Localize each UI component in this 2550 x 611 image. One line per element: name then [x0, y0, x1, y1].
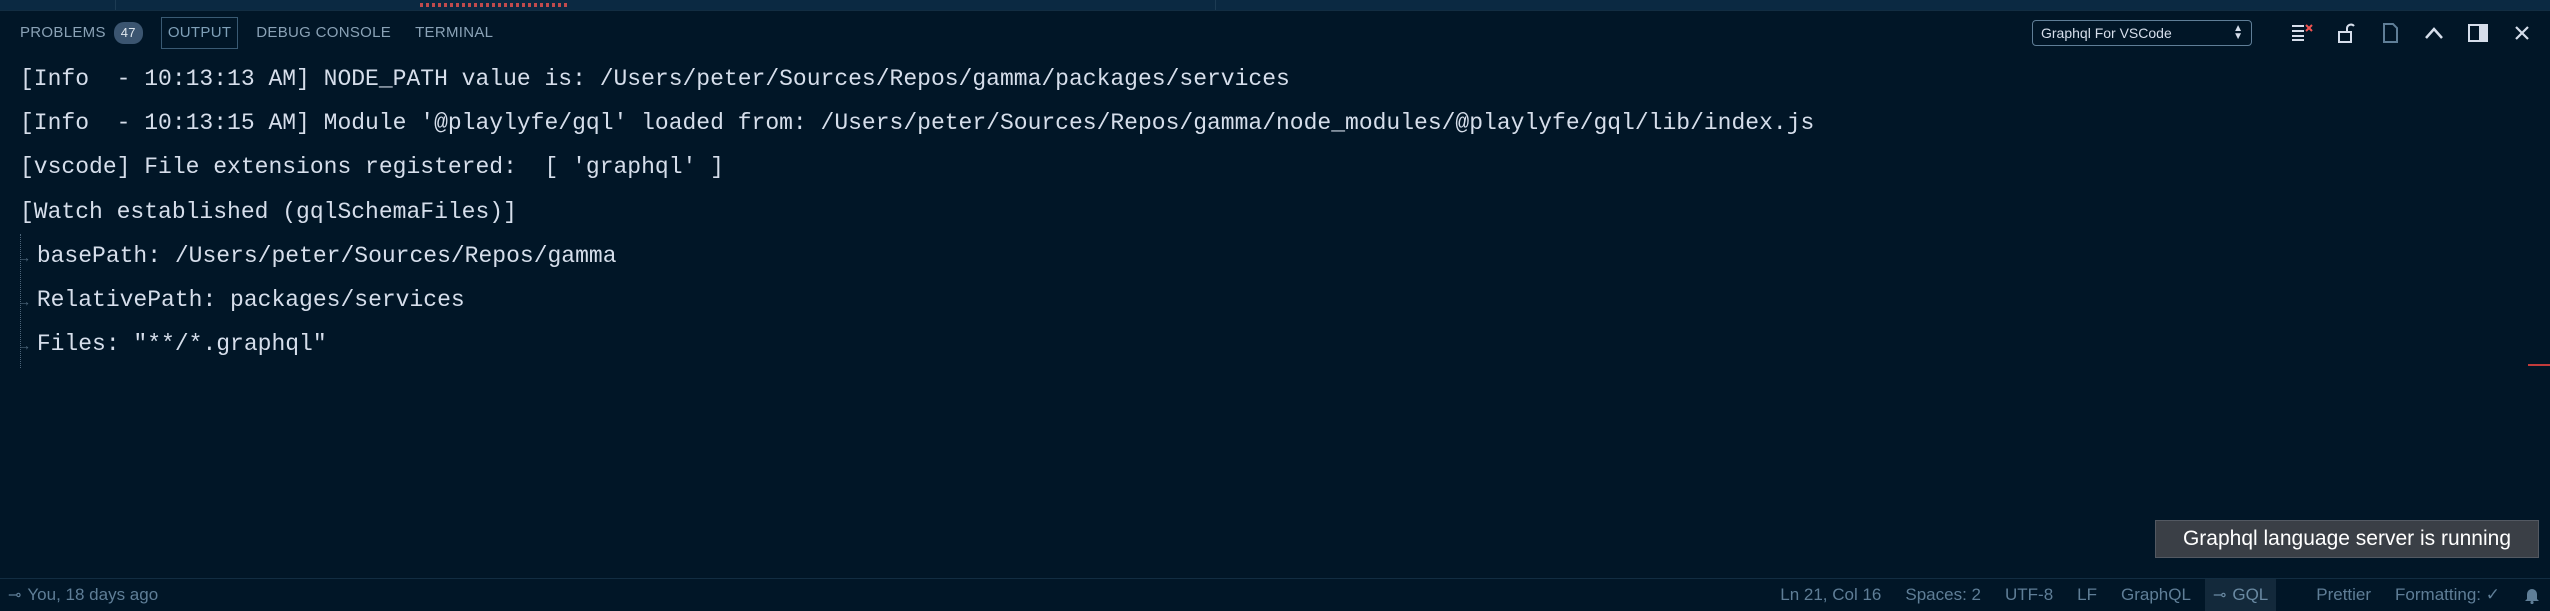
output-line-text: RelativePath: packages/services — [36, 287, 465, 313]
output-line: → basePath: /Users/peter/Sources/Repos/g… — [20, 243, 617, 269]
tab-output-label: OUTPUT — [167, 24, 232, 41]
maximize-panel-icon[interactable] — [2420, 19, 2448, 47]
select-arrows-icon: ▲ ▼ — [2233, 23, 2243, 42]
tab-arrow-icon: → — [20, 251, 37, 267]
output-line-text: basePath: /Users/peter/Sources/Repos/gam… — [36, 243, 617, 269]
editor-divider — [1215, 0, 1216, 10]
output-line: [Info - 10:13:13 AM] NODE_PATH value is:… — [20, 66, 1290, 92]
close-panel-icon[interactable] — [2508, 19, 2536, 47]
overview-ruler-marker — [2528, 364, 2550, 366]
plug-icon: ⊸ — [2212, 587, 2227, 604]
clear-output-icon[interactable] — [2288, 19, 2316, 47]
status-bar: ⊸ You, 18 days ago Ln 21, Col 16 Spaces:… — [0, 578, 2550, 611]
tab-problems[interactable]: PROBLEMS 47 — [14, 18, 149, 48]
cursor-position[interactable]: Ln 21, Col 16 — [1780, 585, 1881, 605]
gql-status-text: GQL — [2232, 585, 2269, 604]
error-squiggle — [420, 3, 570, 7]
indentation[interactable]: Spaces: 2 — [1905, 585, 1981, 605]
end-of-line[interactable]: LF — [2077, 585, 2097, 605]
output-line: [Watch established (gqlSchemaFiles)] — [20, 199, 517, 225]
panel-tabs: PROBLEMS 47 OUTPUT DEBUG CONSOLE TERMINA… — [14, 10, 511, 56]
tab-terminal[interactable]: TERMINAL — [409, 18, 499, 48]
tab-debug-console-label: DEBUG CONSOLE — [256, 24, 392, 41]
lock-scroll-icon[interactable] — [2332, 19, 2360, 47]
status-left: ⊸ You, 18 days ago — [8, 585, 158, 605]
panel-layout-icon[interactable] — [2464, 19, 2492, 47]
tab-debug-console[interactable]: DEBUG CONSOLE — [250, 18, 397, 48]
output-line: [Info - 10:13:15 AM] Module '@playlyfe/g… — [20, 110, 1815, 136]
problems-count-badge: 47 — [113, 22, 143, 44]
tab-output[interactable]: OUTPUT — [160, 17, 239, 49]
language-mode[interactable]: GraphQL — [2121, 585, 2191, 605]
gql-status-item[interactable]: ⊸ GQL — [2204, 579, 2277, 611]
encoding[interactable]: UTF-8 — [2005, 585, 2053, 605]
tab-terminal-label: TERMINAL — [415, 24, 494, 41]
tab-problems-label: PROBLEMS — [20, 24, 106, 41]
editor-divider — [115, 0, 116, 10]
open-log-icon[interactable] — [2376, 19, 2404, 47]
output-panel[interactable]: [Info - 10:13:13 AM] NODE_PATH value is:… — [0, 56, 2550, 576]
status-right: Ln 21, Col 16 Spaces: 2 UTF-8 LF GraphQL… — [1756, 579, 2540, 611]
git-blame-text: You, 18 days ago — [27, 585, 159, 604]
output-line-text: Files: "**/*.graphql" — [36, 331, 327, 357]
prettier-item[interactable]: Prettier — [2316, 585, 2371, 605]
tab-arrow-icon: → — [20, 295, 37, 311]
output-line: → Files: "**/*.graphql" — [20, 331, 327, 357]
git-blame-item[interactable]: ⊸ You, 18 days ago — [8, 585, 158, 605]
formatting-item[interactable]: Formatting: ✓ — [2395, 585, 2500, 605]
output-line: [vscode] File extensions registered: [ '… — [20, 154, 724, 180]
panel-header: PROBLEMS 47 OUTPUT DEBUG CONSOLE TERMINA… — [0, 10, 2550, 56]
output-channel-select[interactable]: Graphql For VSCode ▲ ▼ — [2032, 20, 2252, 46]
status-notification: Graphql language server is running — [2155, 520, 2539, 558]
output-line: → RelativePath: packages/services — [20, 287, 465, 313]
tab-arrow-icon: → — [20, 339, 37, 355]
output-channel-value: Graphql For VSCode — [2041, 25, 2172, 41]
notification-text: Graphql language server is running — [2182, 527, 2512, 550]
git-commit-icon: ⊸ — [8, 587, 22, 604]
notifications-bell-icon[interactable] — [2524, 586, 2540, 604]
panel-actions: Graphql For VSCode ▲ ▼ — [2032, 10, 2536, 56]
